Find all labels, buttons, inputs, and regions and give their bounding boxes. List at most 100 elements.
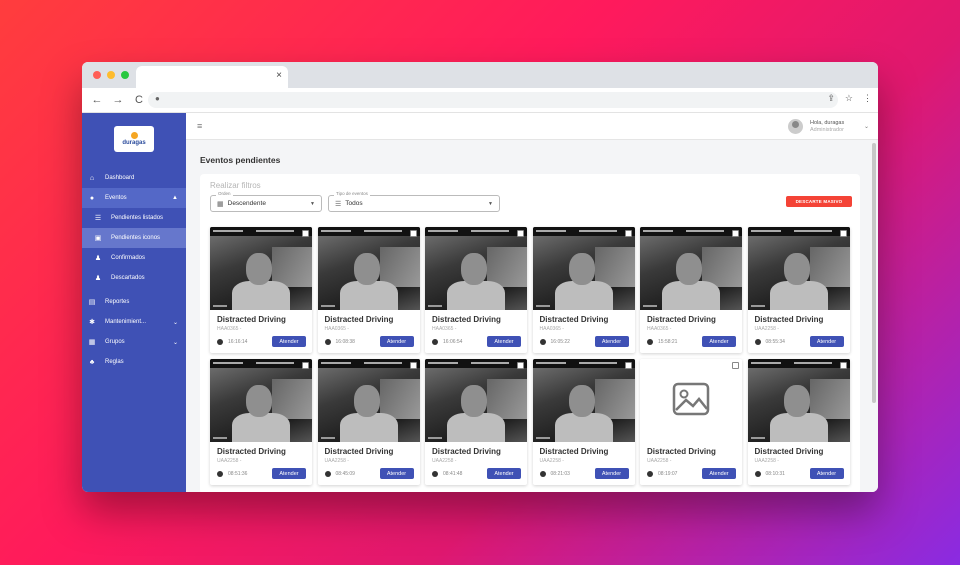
osd-text (471, 230, 509, 232)
close-window-button[interactable] (93, 71, 101, 79)
event-card[interactable]: Distracted Driving HAA0365 - 16:16:14 Atend… (210, 227, 312, 353)
discard-all-button[interactable]: DESCARTE MASIVO (786, 196, 852, 207)
sidebar-item-mantenimiento[interactable]: ✱ Mantenimient... ⌄ (82, 312, 186, 332)
event-card[interactable]: Distracted Driving UAA2258 - 08:19:07 Atend… (640, 359, 742, 485)
sidebar-item-grupos[interactable]: ▦ Grupos ⌄ (82, 332, 186, 352)
osd-text (213, 362, 243, 364)
sidebar-item-label: Pendientes iconos (111, 235, 161, 241)
select-checkbox[interactable] (302, 362, 309, 369)
select-checkbox[interactable] (732, 230, 739, 237)
driver-body-shape (554, 413, 613, 442)
osd-text (643, 230, 673, 232)
clock-icon (754, 339, 761, 345)
event-time-value: 16:08:38 (335, 339, 355, 345)
star-icon[interactable]: ☆ (845, 93, 853, 104)
select-checkbox[interactable] (839, 230, 847, 237)
event-card[interactable]: Distracted Driving UAA2258 - 08:41:48 Atend… (425, 359, 527, 485)
event-snapshot[interactable] (747, 359, 850, 442)
event-card[interactable]: Distracted Driving UAA2258 - 08:21:03 Atend… (532, 359, 635, 485)
select-checkbox[interactable] (409, 230, 417, 237)
sidebar-item-pendientes-listados[interactable]: ☰ Pendientes listados (82, 208, 186, 228)
user-info[interactable]: Hola, duragas Administrador (810, 120, 844, 134)
event-snapshot[interactable] (317, 359, 420, 442)
event-card[interactable]: Distracted Driving HAA0365 - 16:08:38 Atend… (317, 227, 420, 353)
vehicle-plate: HAA0365 - (432, 326, 457, 332)
orden-select[interactable]: Orden ▦ Descendente ▼ (210, 191, 322, 212)
select-checkbox[interactable] (302, 230, 309, 237)
attend-button[interactable]: Atender (809, 468, 844, 479)
attend-button[interactable]: Atender (272, 336, 306, 347)
event-card[interactable]: Distracted Driving UAA2258 - 08:55:34 Atend… (747, 227, 850, 353)
scrollbar[interactable] (872, 143, 876, 403)
event-card[interactable]: Distracted Driving HAA0365 - 16:06:54 Atend… (425, 227, 527, 353)
attend-button[interactable]: Atender (272, 468, 306, 479)
attend-button[interactable]: Atender (594, 336, 629, 347)
event-snapshot[interactable] (425, 359, 527, 442)
reload-button[interactable]: C (133, 94, 145, 106)
attend-button[interactable]: Atender (487, 336, 521, 347)
event-card[interactable]: Distracted Driving UAA2258 - 08:10:31 Atend… (747, 359, 850, 485)
browser-tab[interactable]: × (136, 66, 288, 88)
sidebar-item-reportes[interactable]: ▤ Reportes (82, 292, 186, 312)
osd-text (686, 230, 724, 232)
sidebar-item-confirmados[interactable]: ♟ Confirmados (82, 248, 186, 268)
clock-icon (647, 339, 653, 345)
logo[interactable]: duragas (114, 126, 154, 152)
attend-button[interactable]: Atender (594, 468, 629, 479)
forward-button[interactable]: → (112, 94, 124, 106)
select-checkbox[interactable] (409, 362, 417, 369)
event-snapshot[interactable] (747, 227, 850, 310)
sidebar-item-descartados[interactable]: ♟ Descartados (82, 268, 186, 288)
event-snapshot[interactable] (210, 227, 312, 310)
event-snapshot[interactable] (317, 227, 420, 310)
event-time: 16:05:22 (539, 339, 570, 345)
event-type: Distracted Driving (324, 315, 394, 324)
event-time: 15:58:21 (647, 339, 677, 345)
event-snapshot[interactable] (640, 227, 742, 310)
event-time: 08:10:31 (754, 471, 785, 477)
share-icon[interactable]: ⇪ (827, 93, 835, 104)
event-snapshot[interactable] (532, 359, 635, 442)
osd-text (578, 362, 617, 364)
hamburger-menu-icon[interactable]: ≡ (197, 121, 202, 131)
attend-button[interactable]: Atender (702, 468, 736, 479)
event-card[interactable]: Distracted Driving HAA0365 - 15:58:21 Atend… (640, 227, 742, 353)
minimize-window-button[interactable] (107, 71, 115, 79)
menu-icon[interactable]: ⋮ (863, 93, 872, 104)
back-button[interactable]: ← (91, 94, 103, 106)
sidebar-item-eventos[interactable]: ● Eventos ▲ (82, 188, 186, 208)
attend-button[interactable]: Atender (809, 336, 844, 347)
event-snapshot[interactable] (210, 359, 312, 442)
avatar[interactable] (788, 119, 803, 134)
url-input[interactable]: ● (148, 92, 838, 108)
event-snapshot[interactable] (532, 227, 635, 310)
chevron-down-icon[interactable]: ⌄ (173, 319, 178, 326)
select-checkbox[interactable] (624, 230, 632, 237)
clock-icon (324, 339, 331, 345)
select-checkbox[interactable] (732, 362, 739, 369)
osd-text (428, 362, 458, 364)
chevron-down-icon[interactable]: ⌄ (173, 339, 178, 346)
close-icon[interactable]: × (276, 70, 282, 81)
chevron-down-icon[interactable]: ⌄ (864, 123, 869, 130)
select-checkbox[interactable] (517, 362, 524, 369)
event-snapshot[interactable] (425, 227, 527, 310)
attend-button[interactable]: Atender (379, 468, 414, 479)
select-checkbox[interactable] (624, 362, 632, 369)
maximize-window-button[interactable] (121, 71, 129, 79)
event-card[interactable]: Distracted Driving UAA2258 - 08:51:36 Atend… (210, 359, 312, 485)
attend-button[interactable]: Atender (487, 468, 521, 479)
select-checkbox[interactable] (517, 230, 524, 237)
osd-text (535, 305, 550, 307)
sidebar-item-reglas[interactable]: ♣ Reglas (82, 352, 186, 372)
event-card[interactable]: Distracted Driving UAA2258 - 08:45:09 Atend… (317, 359, 420, 485)
sidebar-item-pendientes-iconos[interactable]: ▣ Pendientes iconos (82, 228, 186, 248)
attend-button[interactable]: Atender (379, 336, 414, 347)
sidebar-item-dashboard[interactable]: ⌂ Dashboard (82, 168, 186, 188)
event-snapshot-placeholder[interactable] (640, 359, 742, 442)
tipo-eventos-select[interactable]: Tipo de eventos ☰ Todos ▼ (328, 191, 500, 212)
event-card[interactable]: Distracted Driving HAA0365 - 16:05:22 Atend… (532, 227, 635, 353)
chevron-up-icon[interactable]: ▲ (172, 195, 178, 201)
select-checkbox[interactable] (839, 362, 847, 369)
attend-button[interactable]: Atender (702, 336, 736, 347)
